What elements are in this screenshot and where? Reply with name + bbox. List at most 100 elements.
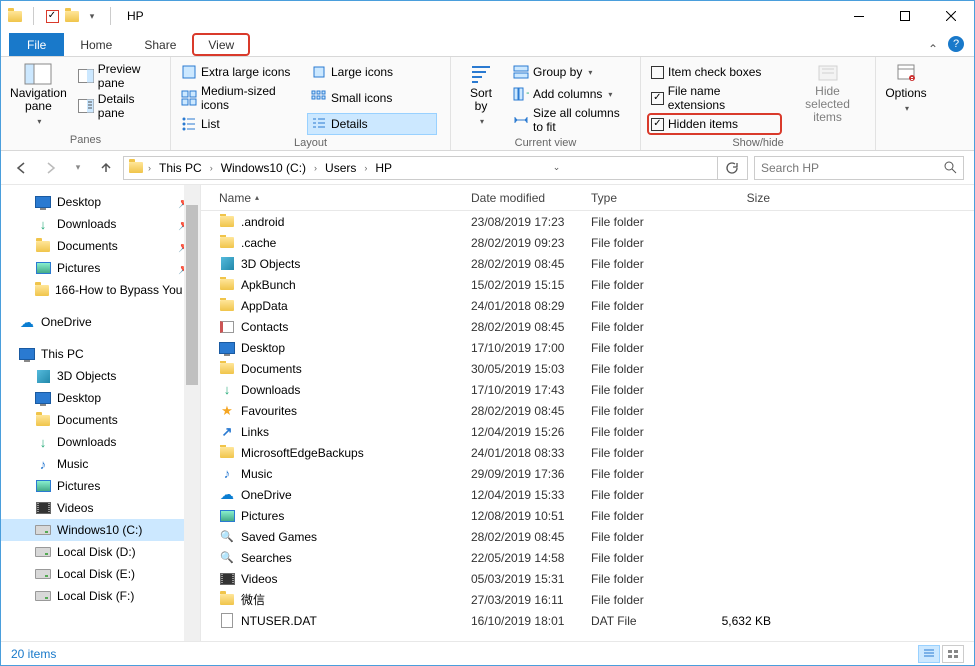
titlebar: ▾ HP bbox=[1, 1, 974, 31]
table-row[interactable]: .android23/08/2019 17:23File folder bbox=[201, 211, 974, 232]
tree-item[interactable]: Local Disk (D:) bbox=[1, 541, 200, 563]
maximize-button[interactable] bbox=[882, 1, 928, 31]
table-row[interactable]: AppData24/01/2018 08:29File folder bbox=[201, 295, 974, 316]
size-columns-button[interactable]: Size all columns to fit bbox=[509, 105, 634, 135]
tree-item[interactable]: Downloads bbox=[1, 431, 200, 453]
tree-item[interactable]: Desktop📌 bbox=[1, 191, 200, 213]
qat-properties-icon[interactable] bbox=[44, 8, 60, 24]
qat-new-folder-icon[interactable] bbox=[64, 8, 80, 24]
layout-extra-large-button[interactable]: Extra large icons bbox=[177, 61, 307, 83]
up-button[interactable] bbox=[95, 157, 117, 179]
crumb-hp[interactable]: HP bbox=[371, 161, 396, 175]
layout-small-button[interactable]: Small icons bbox=[307, 83, 437, 113]
forward-button[interactable] bbox=[39, 157, 61, 179]
tree-item[interactable]: Local Disk (E:) bbox=[1, 563, 200, 585]
add-columns-button[interactable]: +Add columns▾ bbox=[509, 83, 634, 105]
details-pane-button[interactable]: Details pane bbox=[74, 91, 164, 121]
table-row[interactable]: MicrosoftEdgeBackups24/01/2018 08:33File… bbox=[201, 442, 974, 463]
dl-icon bbox=[35, 216, 51, 232]
crumb-drive[interactable]: Windows10 (C:) bbox=[217, 161, 310, 175]
tree-item[interactable]: Music bbox=[1, 453, 200, 475]
breadcrumb-dropdown-icon[interactable]: ⌄ bbox=[544, 156, 570, 180]
tab-view[interactable]: View bbox=[192, 33, 250, 56]
folder-icon bbox=[219, 298, 235, 314]
app-icon bbox=[7, 8, 23, 24]
table-row[interactable]: Favourites28/02/2019 08:45File folder bbox=[201, 400, 974, 421]
layout-medium-button[interactable]: Medium-sized icons bbox=[177, 83, 307, 113]
tab-home[interactable]: Home bbox=[64, 33, 128, 56]
table-row[interactable]: .cache28/02/2019 09:23File folder bbox=[201, 232, 974, 253]
layout-large-button[interactable]: Large icons bbox=[307, 61, 437, 83]
close-button[interactable] bbox=[928, 1, 974, 31]
table-row[interactable]: NTUSER.DAT16/10/2019 18:01DAT File5,632 … bbox=[201, 610, 974, 631]
tree-item[interactable]: 3D Objects bbox=[1, 365, 200, 387]
table-row[interactable]: Contacts28/02/2019 08:45File folder bbox=[201, 316, 974, 337]
tree-this-pc[interactable]: This PC bbox=[1, 343, 200, 365]
collapse-ribbon-icon[interactable]: ⌃ bbox=[920, 42, 946, 56]
breadcrumb[interactable]: › This PC› Windows10 (C:)› Users› HP ⌄ bbox=[123, 156, 748, 180]
tree-item[interactable]: Pictures bbox=[1, 475, 200, 497]
pc-icon bbox=[19, 346, 35, 362]
table-row[interactable]: Desktop17/10/2019 17:00File folder bbox=[201, 337, 974, 358]
tree-item[interactable]: 166-How to Bypass You📌 bbox=[1, 279, 200, 301]
col-size[interactable]: Size bbox=[701, 191, 781, 205]
search-input[interactable]: Search HP bbox=[754, 156, 964, 180]
table-row[interactable]: ApkBunch15/02/2019 15:15File folder bbox=[201, 274, 974, 295]
qat-dropdown-icon[interactable]: ▾ bbox=[84, 8, 100, 24]
options-button[interactable]: Options▾ bbox=[882, 61, 930, 117]
help-icon[interactable]: ? bbox=[948, 36, 964, 52]
table-row[interactable]: Music29/09/2019 17:36File folder bbox=[201, 463, 974, 484]
tree-item[interactable]: Windows10 (C:) bbox=[1, 519, 200, 541]
table-row[interactable]: Documents30/05/2019 15:03File folder bbox=[201, 358, 974, 379]
table-row[interactable]: 微信27/03/2019 16:11File folder bbox=[201, 589, 974, 610]
cube-icon bbox=[35, 368, 51, 384]
tree-item[interactable]: Local Disk (F:) bbox=[1, 585, 200, 607]
crumb-this-pc[interactable]: This PC bbox=[155, 161, 206, 175]
tree-onedrive[interactable]: ☁OneDrive bbox=[1, 311, 200, 333]
layout-list-button[interactable]: List bbox=[177, 113, 307, 135]
col-date[interactable]: Date modified bbox=[461, 191, 581, 205]
tree-item[interactable]: Documents bbox=[1, 409, 200, 431]
table-row[interactable]: Links12/04/2019 15:26File folder bbox=[201, 421, 974, 442]
tree-item[interactable]: Pictures📌 bbox=[1, 257, 200, 279]
minimize-button[interactable] bbox=[836, 1, 882, 31]
ribbon-group-showhide-label: Show/hide bbox=[647, 135, 869, 151]
preview-pane-button[interactable]: Preview pane bbox=[74, 61, 164, 91]
tree-item[interactable]: Downloads📌 bbox=[1, 213, 200, 235]
back-button[interactable] bbox=[11, 157, 33, 179]
recent-dropdown-icon[interactable]: ▾ bbox=[67, 157, 89, 179]
item-check-boxes-toggle[interactable]: Item check boxes bbox=[647, 61, 782, 83]
table-row[interactable]: ☁OneDrive12/04/2019 15:33File folder bbox=[201, 484, 974, 505]
tab-file[interactable]: File bbox=[9, 33, 64, 56]
drive-icon bbox=[35, 544, 51, 560]
view-details-icon[interactable] bbox=[918, 645, 940, 663]
view-large-icon[interactable] bbox=[942, 645, 964, 663]
crumb-users[interactable]: Users bbox=[321, 161, 360, 175]
navigation-pane-button[interactable]: Navigation pane▾ bbox=[7, 61, 70, 130]
tree-item[interactable]: Desktop bbox=[1, 387, 200, 409]
table-row[interactable]: Videos05/03/2019 15:31File folder bbox=[201, 568, 974, 589]
address-bar: ▾ › This PC› Windows10 (C:)› Users› HP ⌄… bbox=[1, 151, 974, 185]
folder-icon bbox=[35, 412, 51, 428]
col-name[interactable]: Name▴ bbox=[201, 191, 461, 205]
table-row[interactable]: Downloads17/10/2019 17:43File folder bbox=[201, 379, 974, 400]
tree-item[interactable]: Documents📌 bbox=[1, 235, 200, 257]
tree-scrollbar[interactable] bbox=[184, 185, 200, 641]
hidden-items-toggle[interactable]: Hidden items bbox=[647, 113, 782, 135]
table-row[interactable]: 3D Objects28/02/2019 08:45File folder bbox=[201, 253, 974, 274]
sort-by-button[interactable]: Sort by▾ bbox=[457, 61, 505, 130]
tree-item[interactable]: Videos bbox=[1, 497, 200, 519]
group-by-button[interactable]: Group by▾ bbox=[509, 61, 634, 83]
file-extensions-toggle[interactable]: File name extensions bbox=[647, 83, 782, 113]
layout-details-button[interactable]: Details bbox=[307, 113, 437, 135]
refresh-button[interactable] bbox=[717, 156, 743, 180]
status-item-count: 20 items bbox=[11, 647, 56, 661]
cube-icon bbox=[219, 256, 235, 272]
ribbon-group-panes-label: Panes bbox=[7, 132, 164, 148]
table-row[interactable]: Saved Games28/02/2019 08:45File folder bbox=[201, 526, 974, 547]
table-row[interactable]: Pictures12/08/2019 10:51File folder bbox=[201, 505, 974, 526]
hide-selected-button[interactable]: Hide selected items bbox=[786, 61, 869, 126]
tab-share[interactable]: Share bbox=[128, 33, 192, 56]
col-type[interactable]: Type bbox=[581, 191, 701, 205]
table-row[interactable]: Searches22/05/2019 14:58File folder bbox=[201, 547, 974, 568]
